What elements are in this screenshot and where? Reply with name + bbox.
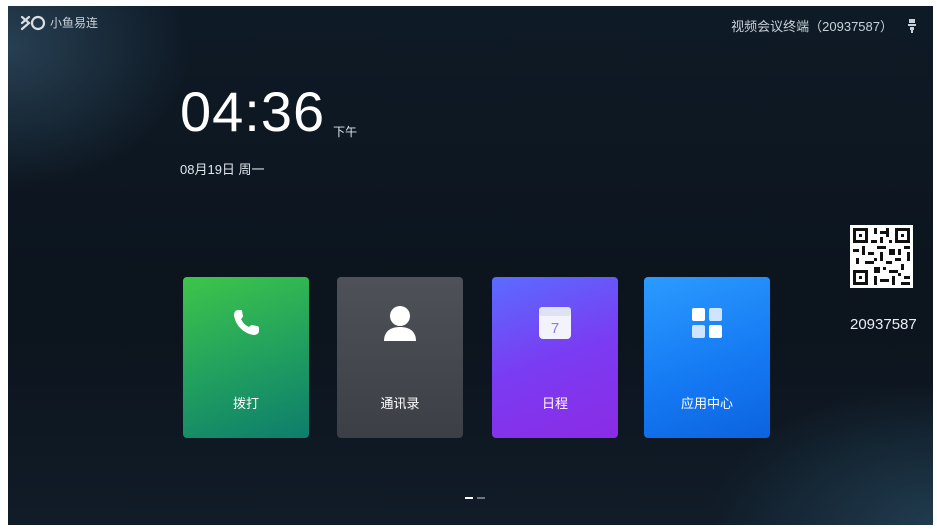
schedule-label: 日程 <box>541 396 568 411</box>
qr-code <box>850 225 913 288</box>
contacts-label: 通讯录 <box>380 396 420 411</box>
brand-logo: 小鱼易连 <box>20 14 98 31</box>
dial-tile[interactable]: 拨打 <box>183 277 309 438</box>
device-info: 视频会议终端（20937587） <box>731 16 917 35</box>
qr-number: 20937587 <box>850 316 917 333</box>
person-icon <box>384 306 416 341</box>
clock-ampm: 下午 <box>333 125 358 139</box>
xylink-logo-icon <box>20 15 46 30</box>
clock-date: 08月19日 周一 <box>180 162 265 177</box>
page-indicator <box>465 497 485 499</box>
phone-icon <box>234 310 259 335</box>
schedule-tile[interactable]: 7 日程 <box>492 277 618 438</box>
calendar-icon: 7 <box>539 307 571 339</box>
app-grid-icon <box>692 308 722 338</box>
page-dot <box>477 497 485 499</box>
clock: 04:36 下午 <box>180 82 357 142</box>
app-center-tile[interactable]: 应用中心 <box>644 277 770 438</box>
clock-time: 04:36 <box>180 80 326 143</box>
device-label: 视频会议终端（20937587） <box>731 19 893 34</box>
home-screen: 小鱼易连 视频会议终端（20937587） 04:36 下午 08月19日 周一… <box>8 6 933 525</box>
page-dot-active <box>465 497 473 499</box>
dial-label: 拨打 <box>232 396 259 411</box>
microphone-icon[interactable] <box>907 18 917 33</box>
calendar-day: 7 <box>551 320 559 337</box>
contacts-tile[interactable]: 通讯录 <box>337 277 463 438</box>
app-center-label: 应用中心 <box>680 396 733 411</box>
brand-name: 小鱼易连 <box>50 16 99 30</box>
